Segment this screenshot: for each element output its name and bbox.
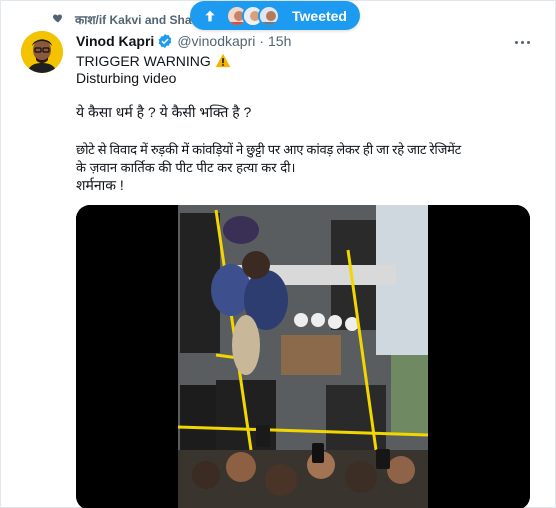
- separator-dot: ·: [259, 33, 265, 49]
- tweet-line: छोटे से विवाद में रुड़की में कांवड़ियों …: [76, 142, 461, 157]
- tweeted-label: Tweeted: [292, 7, 347, 24]
- verified-badge-icon: [158, 34, 172, 48]
- tweet-timestamp[interactable]: 15h: [268, 33, 291, 49]
- tweeted-new-posts-pill[interactable]: Tweeted: [190, 1, 360, 30]
- social-context-label[interactable]: काश/if Kakvi and Sha: [75, 11, 192, 28]
- video-frame: [76, 205, 530, 508]
- heart-icon: [53, 14, 62, 23]
- video-thumbnail[interactable]: [76, 205, 530, 508]
- tweet-line: ये कैसा धर्म है ? ये कैसी भक्ति है ?: [76, 104, 252, 120]
- tweet-line: शर्मनाक !: [76, 177, 124, 193]
- author-name[interactable]: Vinod Kapri: [76, 33, 154, 49]
- arrow-up-icon: [196, 2, 224, 30]
- trigger-warning-text: TRIGGER WARNING: [76, 53, 211, 69]
- more-icon[interactable]: [512, 34, 532, 50]
- tweet-line: Disturbing video: [76, 70, 177, 86]
- pill-avatars: [226, 4, 280, 27]
- author-handle[interactable]: @vinodkapri: [177, 33, 255, 49]
- warning-icon: [215, 53, 231, 68]
- tweet-line: TRIGGER WARNING: [76, 53, 231, 70]
- avatar[interactable]: [21, 31, 63, 73]
- tweet-line: के ज़वान कार्तिक की पीट पीट कर हत्या कर …: [76, 160, 296, 175]
- avatar: [258, 4, 280, 27]
- tweet-header: Vinod Kapri @vinodkapri · 15h: [76, 33, 291, 49]
